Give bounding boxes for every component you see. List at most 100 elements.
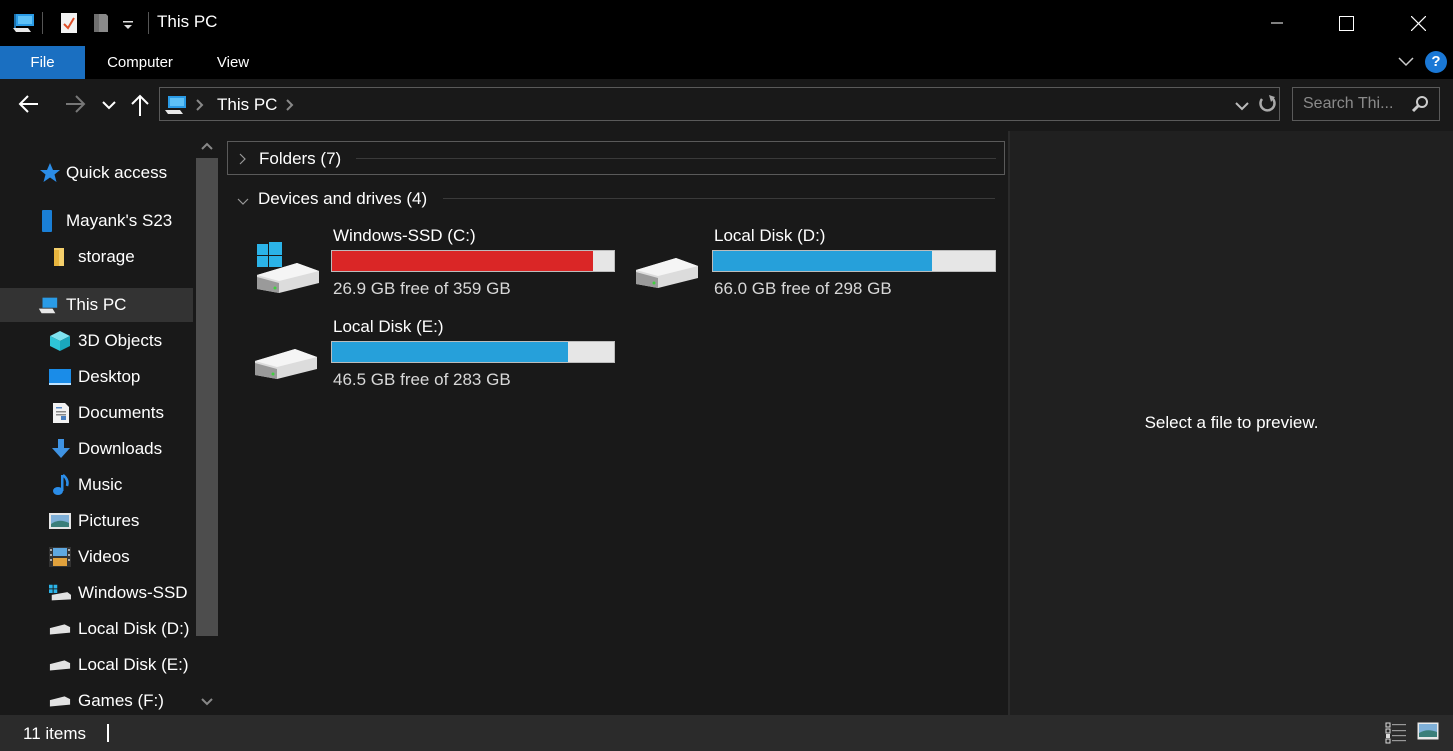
sidebar-item-local-disk-d[interactable]: Local Disk (D:) <box>0 612 193 646</box>
sidebar-item-quick-access[interactable]: Quick access <box>0 156 193 190</box>
tab-view[interactable]: View <box>206 46 260 79</box>
sidebar-item-label: Music <box>78 475 123 494</box>
pictures-icon <box>49 510 71 532</box>
drive-free-space: 66.0 GB free of 298 GB <box>714 279 892 298</box>
drive-name: Local Disk (E:) <box>333 317 444 336</box>
tab-file[interactable]: File <box>0 46 85 79</box>
this-pc-icon[interactable] <box>12 12 36 39</box>
navigation-bar: This PC <box>0 79 1453 131</box>
up-arrow-icon <box>131 94 149 116</box>
item-count: 11 items <box>23 724 86 743</box>
group-divider <box>356 158 996 159</box>
sidebar-item-label: Local Disk (D:) <box>78 619 190 638</box>
sidebar-item-desktop[interactable]: Desktop <box>0 360 193 394</box>
folder-icon <box>48 246 70 268</box>
sidebar-item-label: storage <box>78 247 135 266</box>
separator <box>148 12 149 34</box>
drive-icon <box>49 654 71 676</box>
minimize-button[interactable] <box>1242 0 1312 46</box>
group-header-folders[interactable]: Folders (7) <box>227 141 1005 175</box>
drive-item-c[interactable]: Windows-SSD (C:) 26.9 GB free of 359 GB <box>221 226 615 306</box>
drive-usage-fill <box>713 251 933 271</box>
address-bar[interactable]: This PC <box>159 87 1280 121</box>
cube-icon <box>49 330 71 352</box>
sidebar-item-local-disk-e[interactable]: Local Disk (E:) <box>0 648 193 682</box>
sidebar-item-label: Documents <box>78 403 164 422</box>
title-bar: This PC <box>0 0 1453 46</box>
sidebar-item-label: Pictures <box>78 511 140 530</box>
preview-message: Select a file to preview. <box>1144 413 1319 432</box>
drive-free-space: 46.5 GB free of 283 GB <box>333 370 511 389</box>
file-list: Folders (7) Devices and drives (4) Windo… <box>221 131 1008 715</box>
sidebar-item-pictures[interactable]: Pictures <box>0 504 193 538</box>
search-box[interactable] <box>1292 87 1440 121</box>
back-button[interactable] <box>18 93 40 120</box>
large-icons-view-button[interactable] <box>1417 722 1439 745</box>
new-folder-icon[interactable] <box>93 12 109 39</box>
phone-icon <box>36 210 58 232</box>
videos-icon <box>49 546 71 568</box>
forward-button[interactable] <box>64 93 86 120</box>
sidebar-item-this-pc[interactable]: This PC <box>0 288 193 322</box>
group-header-devices-and-drives[interactable]: Devices and drives (4) <box>227 182 1005 216</box>
breadcrumb-this-pc[interactable]: This PC <box>217 95 277 115</box>
details-view-icon <box>1385 722 1406 744</box>
group-divider <box>443 198 995 199</box>
this-pc-icon <box>164 94 188 121</box>
sidebar-item-storage[interactable]: storage <box>0 240 193 274</box>
refresh-button[interactable] <box>1257 94 1277 119</box>
search-input[interactable] <box>1303 94 1408 114</box>
maximize-button[interactable] <box>1311 0 1381 46</box>
sidebar-item-documents[interactable]: Documents <box>0 396 193 430</box>
drive-usage-bar <box>331 250 615 272</box>
sidebar-item-downloads[interactable]: Downloads <box>0 432 193 466</box>
drive-item-d[interactable]: Local Disk (D:) 66.0 GB free of 298 GB <box>602 226 996 306</box>
properties-icon[interactable] <box>60 12 78 39</box>
sidebar-item-windows-ssd[interactable]: Windows-SSD <box>0 576 193 610</box>
sidebar-item-label: Local Disk (E:) <box>78 655 189 674</box>
chevron-down-icon <box>1398 57 1414 67</box>
sidebar-item-phone[interactable]: Mayank's S23 <box>0 204 193 238</box>
recent-locations-button[interactable] <box>102 98 116 116</box>
drive-usage-bar <box>331 341 615 363</box>
separator <box>42 12 43 34</box>
chevron-down-icon <box>102 101 116 110</box>
chevron-right-icon[interactable] <box>238 152 248 171</box>
address-history-button[interactable] <box>1235 99 1249 117</box>
drive-usage-bar <box>712 250 996 272</box>
sidebar-item-label: Desktop <box>78 367 141 386</box>
scroll-up-arrow-icon[interactable] <box>200 139 214 153</box>
drive-item-e[interactable]: Local Disk (E:) 46.5 GB free of 283 GB <box>221 317 615 397</box>
scroll-down-arrow-icon[interactable] <box>200 695 214 709</box>
forward-arrow-icon <box>66 95 86 113</box>
search-icon[interactable] <box>1411 95 1429 118</box>
details-view-button[interactable] <box>1385 722 1407 749</box>
expand-ribbon-button[interactable] <box>1397 52 1415 75</box>
navigation-pane: Quick access Mayank's S23 storage This P… <box>0 131 221 715</box>
chevron-down-icon[interactable] <box>236 194 250 212</box>
sidebar-item-label: Quick access <box>66 163 168 182</box>
help-button[interactable]: ? <box>1425 51 1447 73</box>
preview-pane: Select a file to preview. <box>1010 131 1453 715</box>
star-icon <box>38 162 60 184</box>
sidebar-scroll-thumb[interactable] <box>196 158 218 636</box>
dropdown-arrow-icon[interactable] <box>122 18 134 36</box>
drive-free-space: 26.9 GB free of 359 GB <box>333 279 511 298</box>
group-label: Folders (7) <box>259 149 342 168</box>
download-icon <box>50 438 72 460</box>
sidebar-item-videos[interactable]: Videos <box>0 540 193 574</box>
drive-usage-fill <box>332 342 568 362</box>
up-button[interactable] <box>129 93 151 122</box>
tab-computer[interactable]: Computer <box>96 46 184 79</box>
documents-icon <box>50 402 72 424</box>
sidebar-item-music[interactable]: Music <box>0 468 193 502</box>
breadcrumb-separator-icon[interactable] <box>196 98 204 117</box>
sidebar-item-3d-objects[interactable]: 3D Objects <box>0 324 193 358</box>
breadcrumb-separator-icon[interactable] <box>286 98 294 117</box>
close-button[interactable] <box>1383 0 1453 46</box>
drive-name: Local Disk (D:) <box>714 226 826 245</box>
sidebar-item-games-f[interactable]: Games (F:) <box>0 684 193 715</box>
this-pc-icon <box>37 294 59 316</box>
close-icon <box>1410 15 1426 31</box>
status-separator <box>107 724 109 742</box>
